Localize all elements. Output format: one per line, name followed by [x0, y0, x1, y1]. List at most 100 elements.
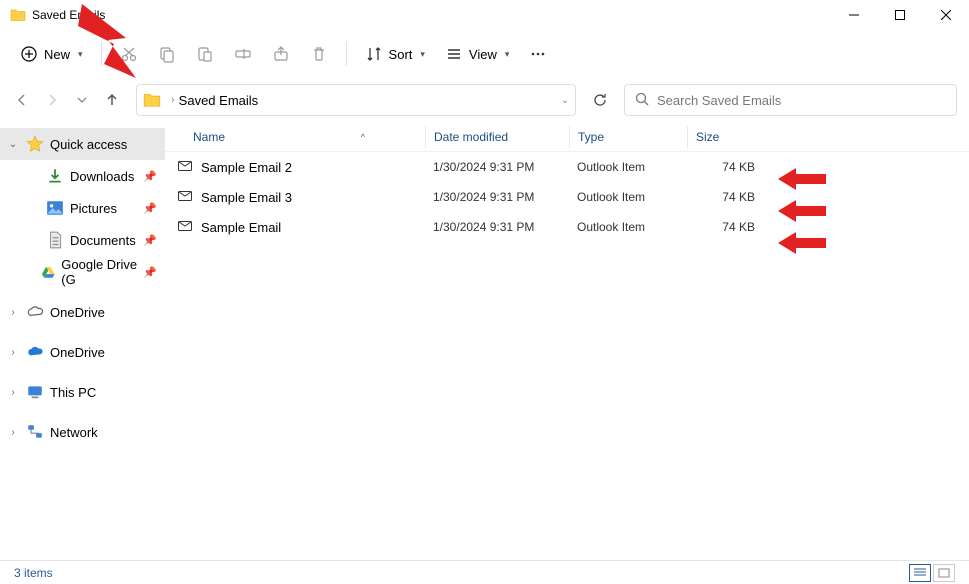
- search-box[interactable]: Search Saved Emails: [624, 84, 957, 116]
- window-title: Saved Emails: [32, 8, 105, 22]
- mail-icon: [177, 158, 193, 177]
- sort-icon: [365, 45, 383, 63]
- sidebar-item-onedrive-1[interactable]: › OneDrive: [0, 296, 165, 328]
- refresh-button[interactable]: [584, 84, 616, 116]
- chevron-right-icon[interactable]: ›: [6, 427, 20, 438]
- chevron-right-icon[interactable]: ›: [6, 387, 20, 398]
- status-bar: 3 items: [0, 560, 969, 584]
- rename-button[interactable]: [226, 37, 260, 71]
- sidebar-item-google-drive[interactable]: Google Drive (G 📌: [0, 256, 165, 288]
- view-label: View: [469, 47, 497, 62]
- minimize-button[interactable]: [831, 0, 877, 30]
- file-date: 1/30/2024 9:31 PM: [425, 160, 569, 174]
- recent-dropdown[interactable]: [72, 90, 92, 110]
- search-placeholder: Search Saved Emails: [657, 93, 781, 108]
- sidebar-item-label: Documents: [70, 233, 136, 248]
- google-drive-icon: [41, 263, 56, 281]
- pin-icon: 📌: [143, 202, 157, 215]
- sidebar-item-label: Downloads: [70, 169, 134, 184]
- file-date: 1/30/2024 9:31 PM: [425, 220, 569, 234]
- share-icon: [272, 45, 290, 63]
- thumbnails-view-button[interactable]: [933, 564, 955, 582]
- paste-button[interactable]: [188, 37, 222, 71]
- file-name: Sample Email 3: [201, 190, 292, 205]
- sort-ascending-icon: ^: [361, 132, 365, 142]
- column-label: Date modified: [434, 130, 508, 144]
- navigation-row: › Saved Emails ⌄ Search Saved Emails: [0, 78, 969, 122]
- close-button[interactable]: [923, 0, 969, 30]
- network-icon: [26, 423, 44, 441]
- file-row[interactable]: Sample Email 3 1/30/2024 9:31 PM Outlook…: [165, 182, 969, 212]
- sidebar-item-this-pc[interactable]: › This PC: [0, 376, 165, 408]
- chevron-right-icon: ›: [171, 94, 175, 106]
- column-header-type[interactable]: Type: [569, 126, 687, 148]
- more-button[interactable]: [521, 37, 555, 71]
- column-header-size[interactable]: Size: [687, 126, 765, 148]
- new-label: New: [44, 47, 70, 62]
- sidebar-item-quick-access[interactable]: ⌄ Quick access: [0, 128, 165, 160]
- download-icon: [46, 167, 64, 185]
- chevron-down-icon[interactable]: ⌄: [561, 95, 569, 106]
- title-bar: Saved Emails: [0, 0, 969, 30]
- file-size: 74 KB: [687, 190, 765, 204]
- trash-icon: [310, 45, 328, 63]
- chevron-right-icon[interactable]: ›: [6, 307, 20, 318]
- chevron-right-icon[interactable]: ›: [6, 347, 20, 358]
- onedrive-outline-icon: [26, 303, 44, 321]
- share-button[interactable]: [264, 37, 298, 71]
- search-icon: [635, 92, 649, 109]
- sidebar-item-label: OneDrive: [50, 345, 105, 360]
- maximize-button[interactable]: [877, 0, 923, 30]
- documents-icon: [46, 231, 64, 249]
- back-button[interactable]: [12, 90, 32, 110]
- pin-icon: 📌: [143, 234, 157, 247]
- onedrive-icon: [26, 343, 44, 361]
- view-icon: [445, 45, 463, 63]
- new-icon: [20, 45, 38, 63]
- sidebar-item-label: Pictures: [70, 201, 117, 216]
- file-row[interactable]: Sample Email 1/30/2024 9:31 PM Outlook I…: [165, 212, 969, 242]
- folder-icon: [10, 7, 26, 23]
- column-label: Type: [578, 130, 604, 144]
- up-button[interactable]: [102, 90, 122, 110]
- column-header-date[interactable]: Date modified: [425, 126, 569, 148]
- sidebar-item-pictures[interactable]: Pictures 📌: [0, 192, 165, 224]
- file-list: Name ^ Date modified Type Size Sample Em…: [165, 122, 969, 560]
- details-view-button[interactable]: [909, 564, 931, 582]
- file-type: Outlook Item: [569, 190, 687, 204]
- breadcrumb[interactable]: Saved Emails: [179, 93, 258, 108]
- file-name: Sample Email 2: [201, 160, 292, 175]
- chevron-down-icon: ▾: [505, 49, 510, 60]
- chevron-down-icon[interactable]: ⌄: [6, 139, 20, 150]
- toolbar-separator: [346, 42, 347, 66]
- sidebar-item-documents[interactable]: Documents 📌: [0, 224, 165, 256]
- sidebar-item-label: OneDrive: [50, 305, 105, 320]
- sidebar-item-onedrive-2[interactable]: › OneDrive: [0, 336, 165, 368]
- view-button[interactable]: View ▾: [437, 37, 517, 71]
- sidebar-item-label: Quick access: [50, 137, 127, 152]
- file-name: Sample Email: [201, 220, 281, 235]
- copy-button[interactable]: [150, 37, 184, 71]
- mail-icon: [177, 218, 193, 237]
- sidebar-item-network[interactable]: › Network: [0, 416, 165, 448]
- sidebar-item-downloads[interactable]: Downloads 📌: [0, 160, 165, 192]
- column-headers: Name ^ Date modified Type Size: [165, 122, 969, 152]
- file-type: Outlook Item: [569, 160, 687, 174]
- column-label: Size: [696, 130, 719, 144]
- column-header-name[interactable]: Name ^: [165, 130, 425, 144]
- file-size: 74 KB: [687, 220, 765, 234]
- cut-button[interactable]: [112, 37, 146, 71]
- paste-icon: [196, 45, 214, 63]
- sort-button[interactable]: Sort ▾: [357, 37, 433, 71]
- new-button[interactable]: New ▾: [12, 37, 91, 71]
- delete-button[interactable]: [302, 37, 336, 71]
- file-row[interactable]: Sample Email 2 1/30/2024 9:31 PM Outlook…: [165, 152, 969, 182]
- more-icon: [529, 45, 547, 63]
- sidebar-item-label: Google Drive (G: [61, 257, 137, 287]
- address-bar[interactable]: › Saved Emails ⌄: [136, 84, 576, 116]
- pictures-icon: [46, 199, 64, 217]
- file-date: 1/30/2024 9:31 PM: [425, 190, 569, 204]
- status-item-count: 3 items: [14, 566, 53, 580]
- forward-button[interactable]: [42, 90, 62, 110]
- folder-icon: [143, 91, 161, 109]
